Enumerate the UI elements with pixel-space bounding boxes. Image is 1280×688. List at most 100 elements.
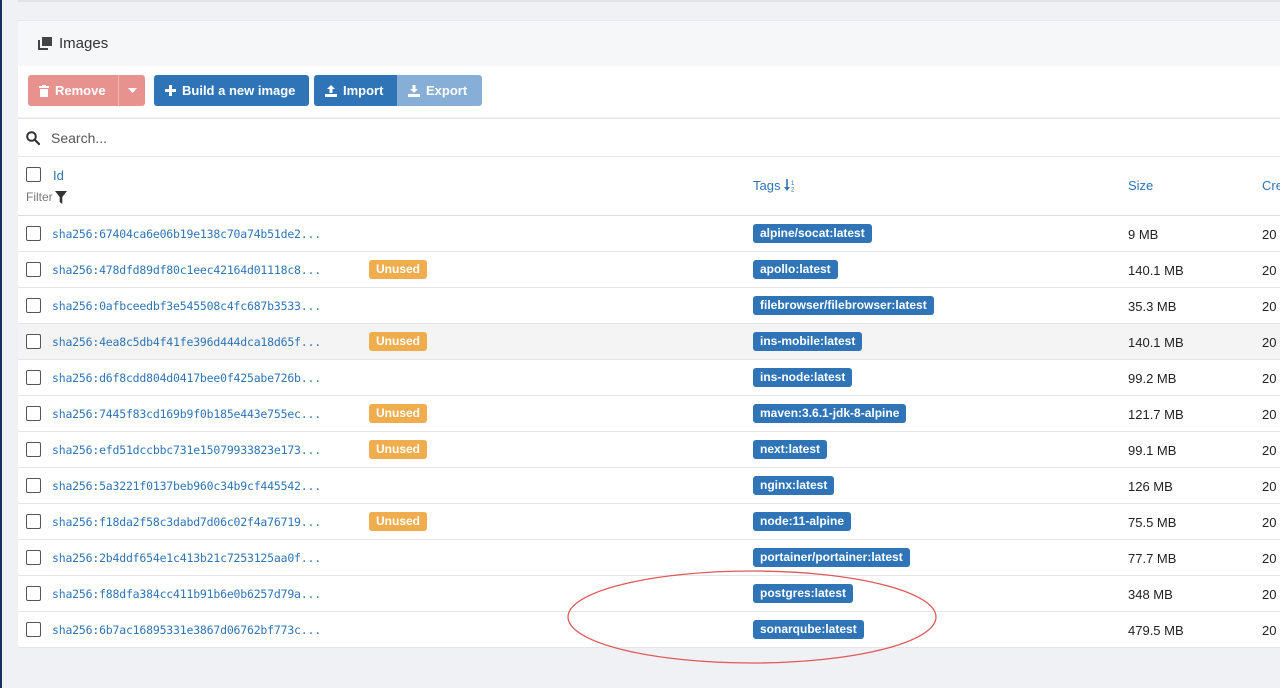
table-row[interactable]: sha256:d6f8cdd804d0417bee0f425abe726b...…: [18, 360, 1280, 396]
image-size: 99.2 MB: [1128, 371, 1177, 386]
image-tag-badge: apollo:latest: [753, 260, 838, 279]
remove-button[interactable]: Remove: [28, 75, 118, 106]
image-tag-badge: next:latest: [753, 440, 828, 459]
export-button[interactable]: Export: [397, 75, 482, 106]
import-button[interactable]: Import: [314, 75, 397, 106]
search-input[interactable]: [49, 128, 653, 147]
image-id-link[interactable]: sha256:6b7ac16895331e3867d06762bf773c...: [52, 623, 321, 637]
row-checkbox[interactable]: [26, 370, 41, 385]
row-checkbox[interactable]: [26, 226, 41, 241]
table-row[interactable]: sha256:efd51dccbbc731e15079933823e173...…: [18, 432, 1280, 468]
image-id-link[interactable]: sha256:f88dfa384cc411b91b6e0b6257d79a...: [52, 587, 321, 601]
image-tag-badge: portainer/portainer:latest: [753, 548, 910, 567]
image-created: 20: [1262, 479, 1277, 494]
filter-label: Filter: [26, 190, 53, 204]
image-id-link[interactable]: sha256:efd51dccbbc731e15079933823e173...: [52, 443, 321, 457]
trash-icon: [39, 84, 49, 97]
row-checkbox[interactable]: [26, 622, 41, 637]
table-body: sha256:67404ca6e06b19e138c70a74b51de2...…: [18, 216, 1280, 648]
image-created: 20: [1262, 335, 1277, 350]
table-row[interactable]: sha256:5a3221f0137beb960c34b9cf445542...…: [18, 468, 1280, 504]
row-checkbox[interactable]: [26, 550, 41, 565]
image-tag-badge: sonarqube:latest: [753, 620, 864, 639]
row-checkbox[interactable]: [26, 478, 41, 493]
column-header-id[interactable]: Id: [53, 168, 64, 183]
image-created: 20: [1262, 587, 1277, 602]
unused-badge: Unused: [369, 440, 428, 459]
image-id-link[interactable]: sha256:2b4ddf654e1c413b21c7253125aa0f...: [52, 551, 321, 565]
image-id-link[interactable]: sha256:5a3221f0137beb960c34b9cf445542...: [52, 479, 321, 493]
table-row[interactable]: sha256:67404ca6e06b19e138c70a74b51de2...…: [18, 216, 1280, 252]
table-row[interactable]: sha256:f88dfa384cc411b91b6e0b6257d79a...…: [18, 576, 1280, 612]
table-row[interactable]: sha256:2b4ddf654e1c413b21c7253125aa0f...…: [18, 540, 1280, 576]
filter-icon: [54, 190, 67, 204]
image-id-link[interactable]: sha256:d6f8cdd804d0417bee0f425abe726b...: [52, 371, 321, 385]
panel-header: Images: [18, 20, 1280, 66]
image-tag-badge: nginx:latest: [753, 476, 835, 495]
row-checkbox[interactable]: [26, 262, 41, 277]
row-checkbox[interactable]: [26, 442, 41, 457]
search-icon: [26, 130, 40, 145]
image-id-link[interactable]: sha256:4ea8c5db4f41fe396d444dca18d65f...: [52, 335, 321, 349]
column-header-tags-label: Tags: [753, 178, 781, 193]
row-checkbox[interactable]: [26, 298, 41, 313]
row-checkbox[interactable]: [26, 334, 41, 349]
image-size: 140.1 MB: [1128, 335, 1184, 350]
image-size: 121.7 MB: [1128, 407, 1184, 422]
row-checkbox[interactable]: [26, 514, 41, 529]
table-row[interactable]: sha256:6b7ac16895331e3867d06762bf773c...…: [18, 612, 1280, 648]
remove-options-dropdown[interactable]: [118, 75, 145, 106]
unused-badge: Unused: [369, 332, 428, 351]
image-created: 20: [1262, 371, 1277, 386]
image-size: 348 MB: [1128, 587, 1173, 602]
top-divider: [18, 0, 1280, 2]
build-image-button[interactable]: Build a new image: [154, 75, 309, 106]
select-all-checkbox[interactable]: [26, 167, 41, 182]
row-checkbox[interactable]: [26, 406, 41, 421]
remove-button-label: Remove: [55, 83, 106, 98]
images-table: Id Filter Tags 1 2 Size Cre sha256:67404…: [18, 157, 1280, 648]
caret-down-icon: [127, 88, 137, 93]
panel-title: Images: [59, 35, 109, 52]
search-bar: [18, 118, 1280, 157]
clone-icon: [38, 37, 52, 50]
image-size: 35.3 MB: [1128, 299, 1177, 314]
column-header-created[interactable]: Cre: [1262, 178, 1280, 193]
unused-badge: Unused: [369, 404, 428, 423]
export-button-label: Export: [426, 83, 468, 98]
column-header-size[interactable]: Size: [1128, 178, 1153, 193]
svg-text:1: 1: [791, 181, 795, 187]
image-created: 20: [1262, 443, 1277, 458]
table-row[interactable]: sha256:4ea8c5db4f41fe396d444dca18d65f...…: [18, 324, 1280, 360]
import-button-label: Import: [343, 83, 384, 98]
image-id-link[interactable]: sha256:0afbceedbf3e545508c4fc687b3533...: [52, 299, 321, 313]
image-id-link[interactable]: sha256:7445f83cd169b9f0b185e443e755ec...: [52, 407, 321, 421]
image-created: 20: [1262, 551, 1277, 566]
left-edge-border: [0, 0, 2, 688]
toolbar: Remove Build a new image Import Export: [18, 66, 1280, 117]
column-header-tags[interactable]: Tags 1 2: [753, 178, 797, 193]
unused-badge: Unused: [369, 512, 428, 531]
image-id-link[interactable]: sha256:f18da2f58c3dabd7d06c02f4a76719...: [52, 515, 321, 529]
image-created: 20: [1262, 407, 1277, 422]
filter-control[interactable]: Filter: [26, 190, 67, 204]
sort-ascending-icon: 1 2: [784, 179, 797, 192]
image-tag-badge: postgres:latest: [753, 584, 854, 603]
image-size: 126 MB: [1128, 479, 1173, 494]
image-created: 20: [1262, 227, 1277, 242]
image-tag-badge: maven:3.6.1-jdk-8-alpine: [753, 404, 907, 423]
image-size: 77.7 MB: [1128, 551, 1177, 566]
image-size: 99.1 MB: [1128, 443, 1177, 458]
image-id-link[interactable]: sha256:478dfd89df80c1eec42164d01118c8...: [52, 263, 321, 277]
download-icon: [408, 84, 420, 97]
table-row[interactable]: sha256:478dfd89df80c1eec42164d01118c8...…: [18, 252, 1280, 288]
table-row[interactable]: sha256:f18da2f58c3dabd7d06c02f4a76719...…: [18, 504, 1280, 540]
table-row[interactable]: sha256:7445f83cd169b9f0b185e443e755ec...…: [18, 396, 1280, 432]
table-row[interactable]: sha256:0afbceedbf3e545508c4fc687b3533...…: [18, 288, 1280, 324]
image-created: 20: [1262, 299, 1277, 314]
image-id-link[interactable]: sha256:67404ca6e06b19e138c70a74b51de2...: [52, 227, 321, 241]
row-checkbox[interactable]: [26, 586, 41, 601]
image-tag-badge: node:11-alpine: [753, 512, 852, 531]
svg-text:2: 2: [791, 188, 795, 193]
image-tag-badge: alpine/socat:latest: [753, 224, 872, 243]
